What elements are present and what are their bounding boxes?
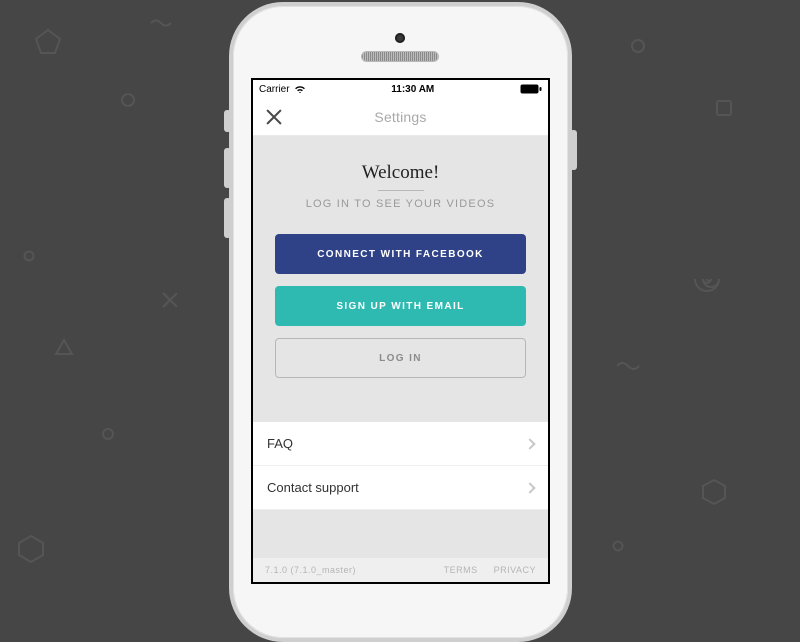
clock: 11:30 AM <box>391 84 434 95</box>
version-label: 7.1.0 (7.1.0_master) <box>265 565 356 575</box>
status-bar: Carrier 11:30 AM <box>253 80 548 98</box>
chevron-right-icon <box>524 438 535 449</box>
signup-email-button[interactable]: SIGN UP WITH EMAIL <box>275 286 526 326</box>
row-contact-support[interactable]: Contact support <box>253 466 548 510</box>
privacy-link[interactable]: PRIVACY <box>494 565 536 575</box>
doodle-circle <box>101 427 115 441</box>
doodle-square <box>714 98 734 118</box>
chevron-right-icon <box>524 482 535 493</box>
doodle-circle <box>120 92 136 108</box>
phone-camera <box>395 33 405 43</box>
doodle-spiral <box>692 262 726 296</box>
doodle-hexagon <box>700 478 728 506</box>
auth-buttons: CONNECT WITH FACEBOOK SIGN UP WITH EMAIL… <box>253 220 548 414</box>
doodle-circle <box>630 38 646 54</box>
doodle-x <box>160 290 180 310</box>
phone-speaker <box>362 52 438 61</box>
settings-list: FAQ Contact support <box>253 422 548 510</box>
welcome-block: Welcome! LOG IN TO SEE YOUR VIDEOS <box>253 136 548 220</box>
doodle-circle <box>23 250 35 262</box>
doodle-squiggle <box>616 360 640 372</box>
wifi-icon <box>294 85 306 94</box>
nav-title: Settings <box>253 109 548 125</box>
battery-icon <box>520 84 542 94</box>
doodle-triangle <box>54 338 74 356</box>
row-faq[interactable]: FAQ <box>253 422 548 466</box>
doodle-hexagon <box>16 534 46 564</box>
doodle-squiggle <box>150 18 172 28</box>
terms-link[interactable]: TERMS <box>444 565 478 575</box>
doodle-pentagon <box>34 28 62 56</box>
welcome-headline: Welcome! <box>269 162 532 184</box>
doodle-circle <box>612 540 624 552</box>
login-button[interactable]: LOG IN <box>275 338 526 378</box>
nav-bar: Settings <box>253 98 548 136</box>
row-label: Contact support <box>267 480 359 495</box>
divider <box>378 190 424 191</box>
close-icon[interactable] <box>265 108 283 126</box>
phone-screen: Carrier 11:30 AM Settings Welcome! LOG I… <box>251 78 550 584</box>
row-label: FAQ <box>267 436 293 451</box>
carrier-label: Carrier <box>259 84 290 95</box>
connect-facebook-button[interactable]: CONNECT WITH FACEBOOK <box>275 234 526 274</box>
welcome-subtitle: LOG IN TO SEE YOUR VIDEOS <box>269 198 532 210</box>
footer: 7.1.0 (7.1.0_master) TERMS PRIVACY <box>253 558 548 582</box>
